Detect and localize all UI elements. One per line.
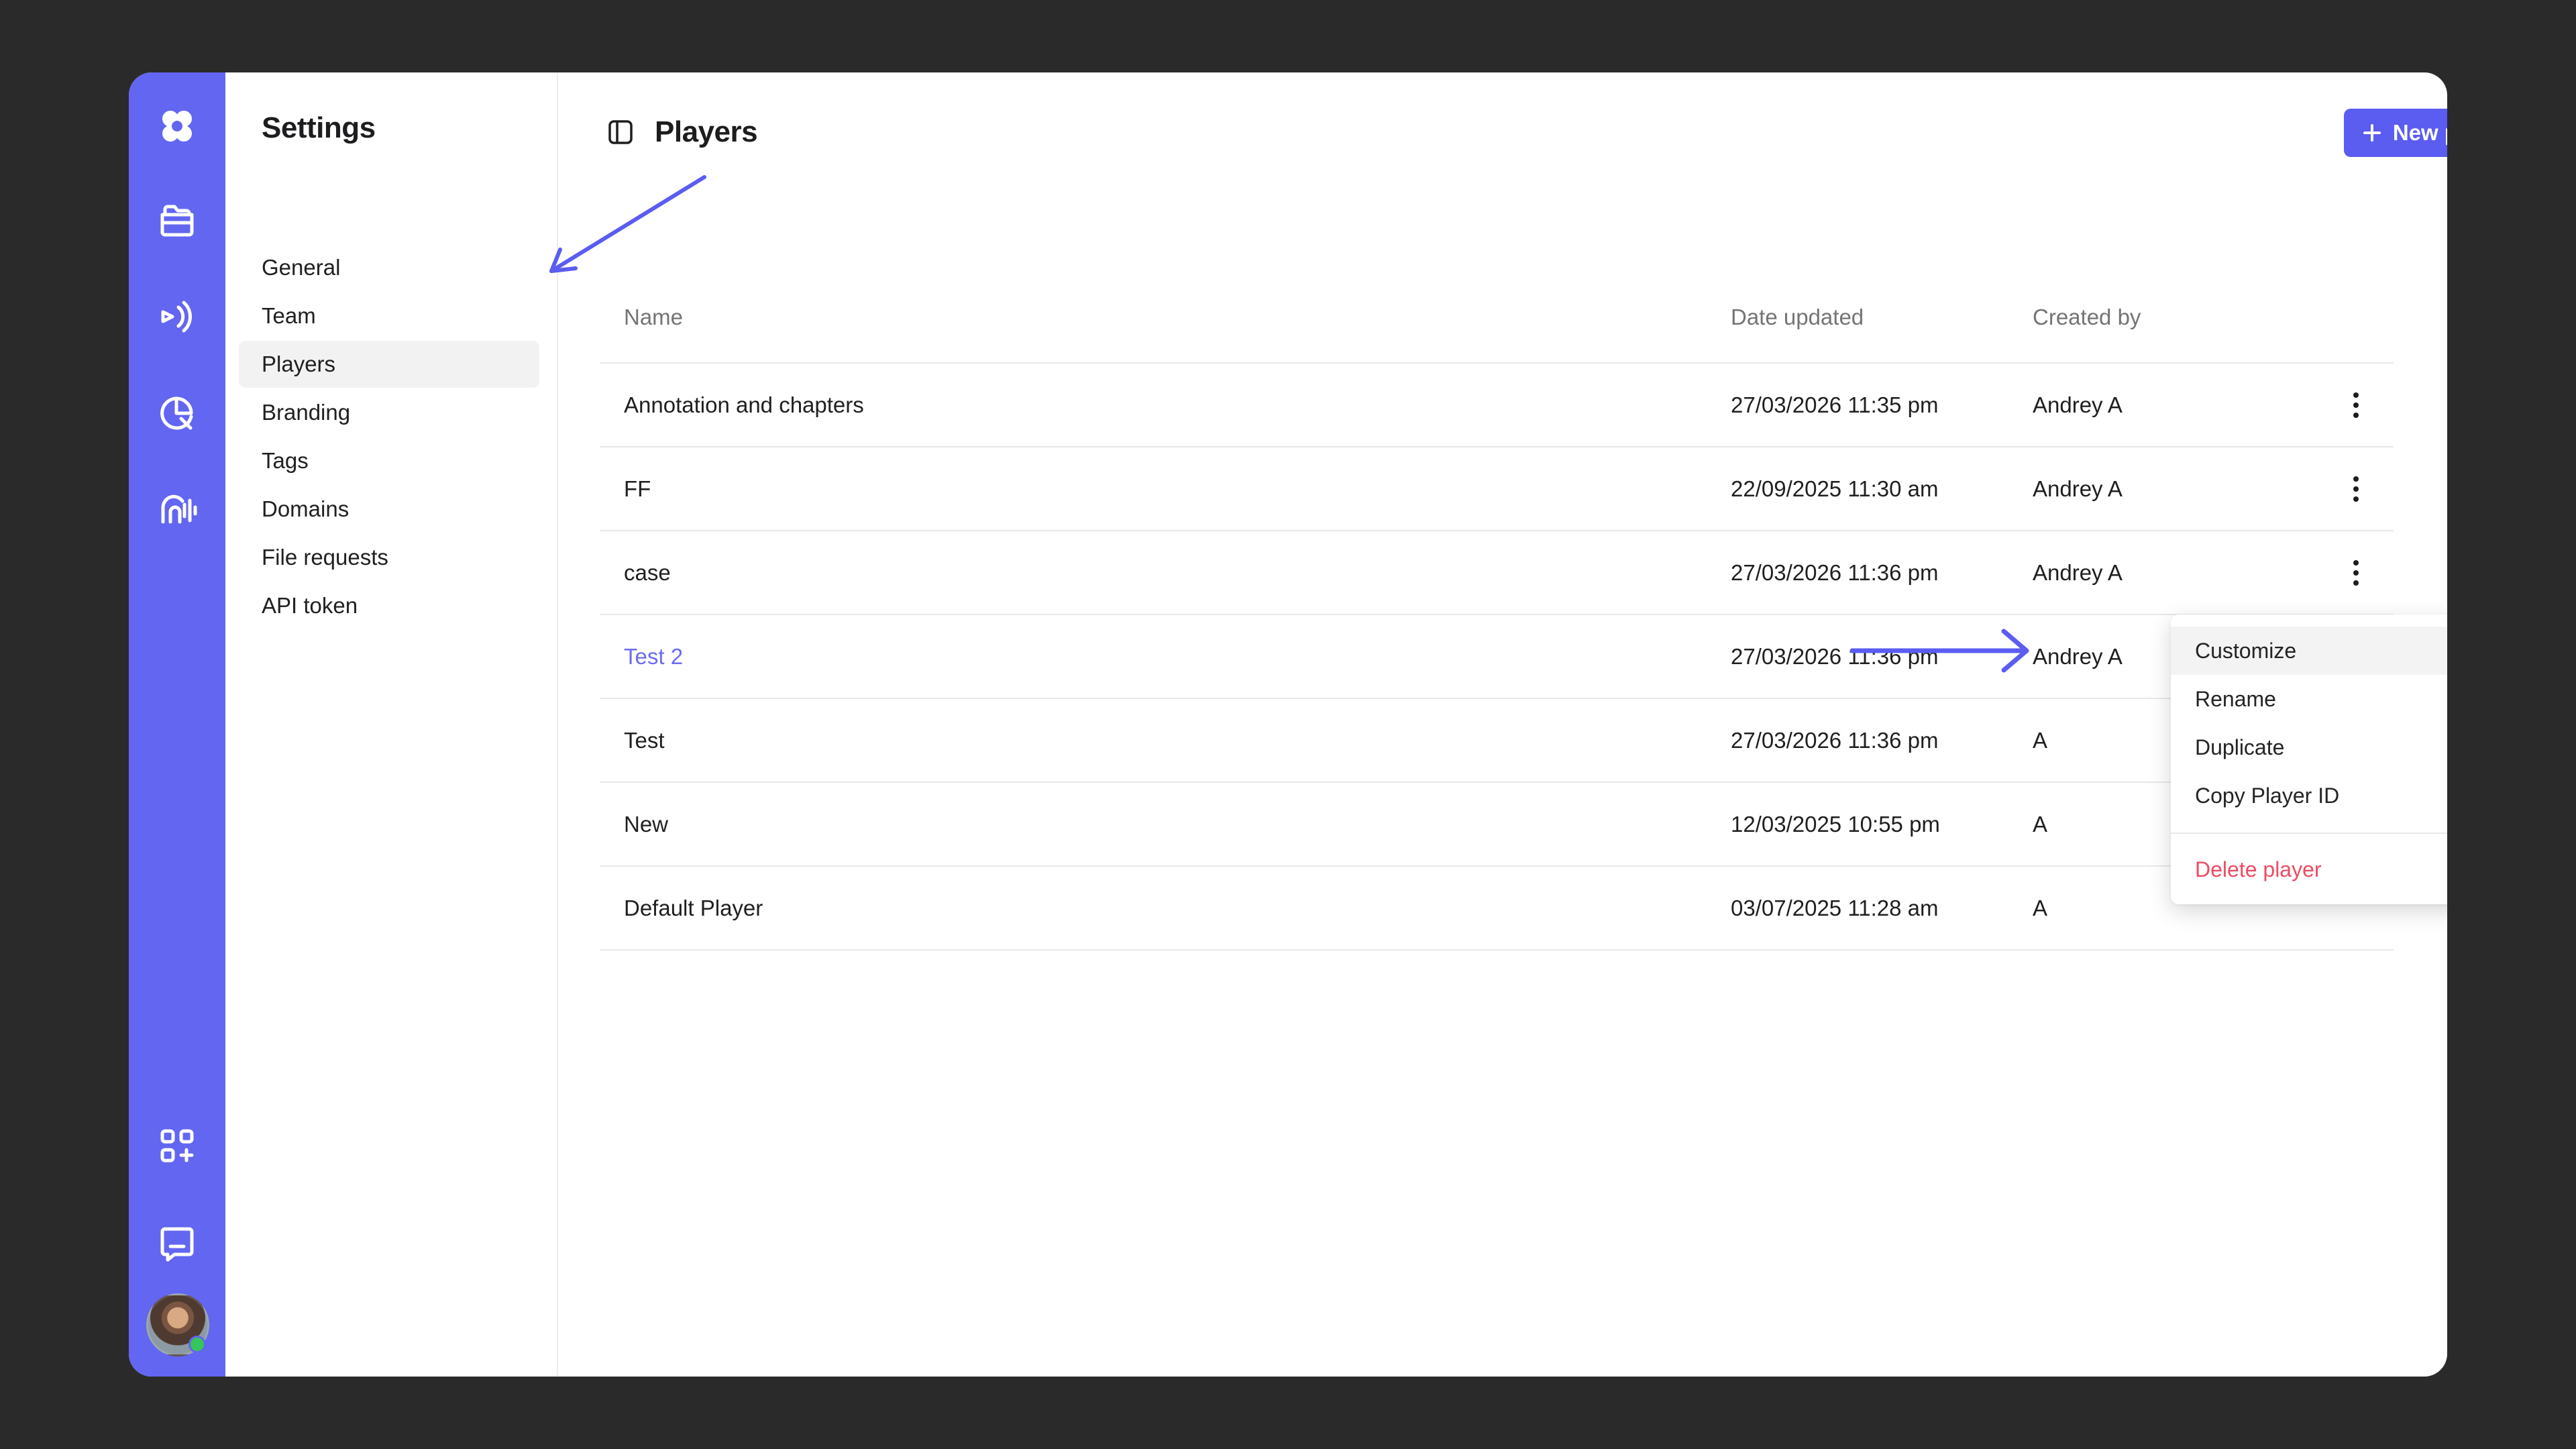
date-updated: 22/09/2025 11:30 am xyxy=(1731,476,1939,501)
logo-icon[interactable] xyxy=(156,105,199,148)
date-updated: 27/03/2026 11:35 pm xyxy=(1731,392,1939,417)
date-updated: 27/03/2026 11:36 pm xyxy=(1731,560,1939,585)
table-row[interactable]: Default Player 03/07/2025 11:28 am A xyxy=(600,867,2394,951)
apps-icon[interactable] xyxy=(156,1124,199,1167)
name-column-header[interactable]: Name xyxy=(624,305,683,330)
plus-icon xyxy=(2363,124,2381,142)
annotation-arrow-customize xyxy=(1849,629,2029,673)
created-by: Andrey A xyxy=(2033,560,2123,585)
date-updated: 12/03/2025 10:55 pm xyxy=(1731,812,1940,837)
player-name[interactable]: Test xyxy=(624,699,665,782)
date-updated-column-header[interactable]: Date updated xyxy=(1731,305,1864,330)
customize-menu-item[interactable]: Customize xyxy=(2171,627,2447,675)
player-name[interactable]: Test 2 xyxy=(624,615,683,698)
players-table: Name Date updated Created by Annotation … xyxy=(600,280,2394,951)
sidebar-item-tags[interactable]: Tags xyxy=(239,437,539,484)
chat-icon[interactable] xyxy=(156,1221,199,1264)
rename-menu-item[interactable]: Rename xyxy=(2171,675,2447,723)
more-options-icon[interactable] xyxy=(2343,389,2369,421)
avatar[interactable] xyxy=(146,1293,209,1356)
folder-icon[interactable] xyxy=(156,199,199,241)
created-by: Andrey A xyxy=(2033,476,2123,501)
context-menu: Customize Rename Duplicate Copy Player I… xyxy=(2171,614,2447,904)
new-player-label: New player xyxy=(2392,120,2447,145)
sidebar-item-branding[interactable]: Branding xyxy=(239,389,539,436)
player-name[interactable]: case xyxy=(624,531,671,614)
created-by-column-header[interactable]: Created by xyxy=(2033,305,2141,330)
podcast-icon[interactable] xyxy=(156,488,199,531)
page-title: Players xyxy=(655,115,758,148)
new-player-button[interactable]: New player xyxy=(2344,109,2447,157)
icon-rail xyxy=(129,72,225,1377)
player-name[interactable]: Annotation and chapters xyxy=(624,364,864,446)
copy-player-id-menu-item[interactable]: Copy Player ID xyxy=(2171,771,2447,820)
annotation-arrow-players xyxy=(549,175,706,273)
sidebar-item-file-requests[interactable]: File requests xyxy=(239,534,539,581)
table-row[interactable]: case 27/03/2026 11:36 pm Andrey A xyxy=(600,531,2394,615)
date-updated: 27/03/2026 11:36 pm xyxy=(1731,728,1939,753)
created-by: Andrey A xyxy=(2033,644,2123,669)
table-row[interactable]: Test 2 27/03/2026 11:36 pm Andrey A xyxy=(600,615,2394,699)
sidebar-item-players[interactable]: Players xyxy=(239,341,539,388)
date-updated: 03/07/2025 11:28 am xyxy=(1731,896,1939,920)
broadcast-icon[interactable] xyxy=(156,295,199,338)
online-status-dot xyxy=(189,1336,206,1353)
table-header: Name Date updated Created by xyxy=(600,280,2394,364)
created-by: A xyxy=(2033,896,2048,920)
settings-sidebar: Settings General Team Players Branding T… xyxy=(225,72,558,1377)
table-row[interactable]: Annotation and chapters 27/03/2026 11:35… xyxy=(600,364,2394,447)
analytics-icon[interactable] xyxy=(156,392,199,435)
player-name[interactable]: FF xyxy=(624,447,651,530)
sidebar-item-team[interactable]: Team xyxy=(239,292,539,339)
delete-player-menu-item[interactable]: Delete player xyxy=(2171,845,2447,894)
table-row[interactable]: New 12/03/2025 10:55 pm A xyxy=(600,783,2394,867)
duplicate-menu-item[interactable]: Duplicate xyxy=(2171,723,2447,771)
table-row[interactable]: FF 22/09/2025 11:30 am Andrey A xyxy=(600,447,2394,531)
created-by: A xyxy=(2033,812,2048,837)
sidebar-item-domains[interactable]: Domains xyxy=(239,486,539,533)
table-row[interactable]: Test 27/03/2026 11:36 pm A xyxy=(600,699,2394,783)
sidebar-toggle-icon[interactable] xyxy=(606,118,635,146)
settings-title: Settings xyxy=(262,111,376,144)
more-options-icon[interactable] xyxy=(2343,473,2369,505)
created-by: A xyxy=(2033,728,2048,753)
app-window: Settings General Team Players Branding T… xyxy=(129,72,2447,1377)
sidebar-item-api-token[interactable]: API token xyxy=(239,582,539,629)
menu-divider xyxy=(2171,833,2447,834)
player-name[interactable]: New xyxy=(624,783,668,865)
players-main: Players New player Name Date updated Cre… xyxy=(557,72,2447,1377)
created-by: Andrey A xyxy=(2033,392,2123,417)
more-options-icon[interactable] xyxy=(2343,557,2369,589)
sidebar-item-general[interactable]: General xyxy=(239,244,539,291)
player-name[interactable]: Default Player xyxy=(624,867,763,949)
